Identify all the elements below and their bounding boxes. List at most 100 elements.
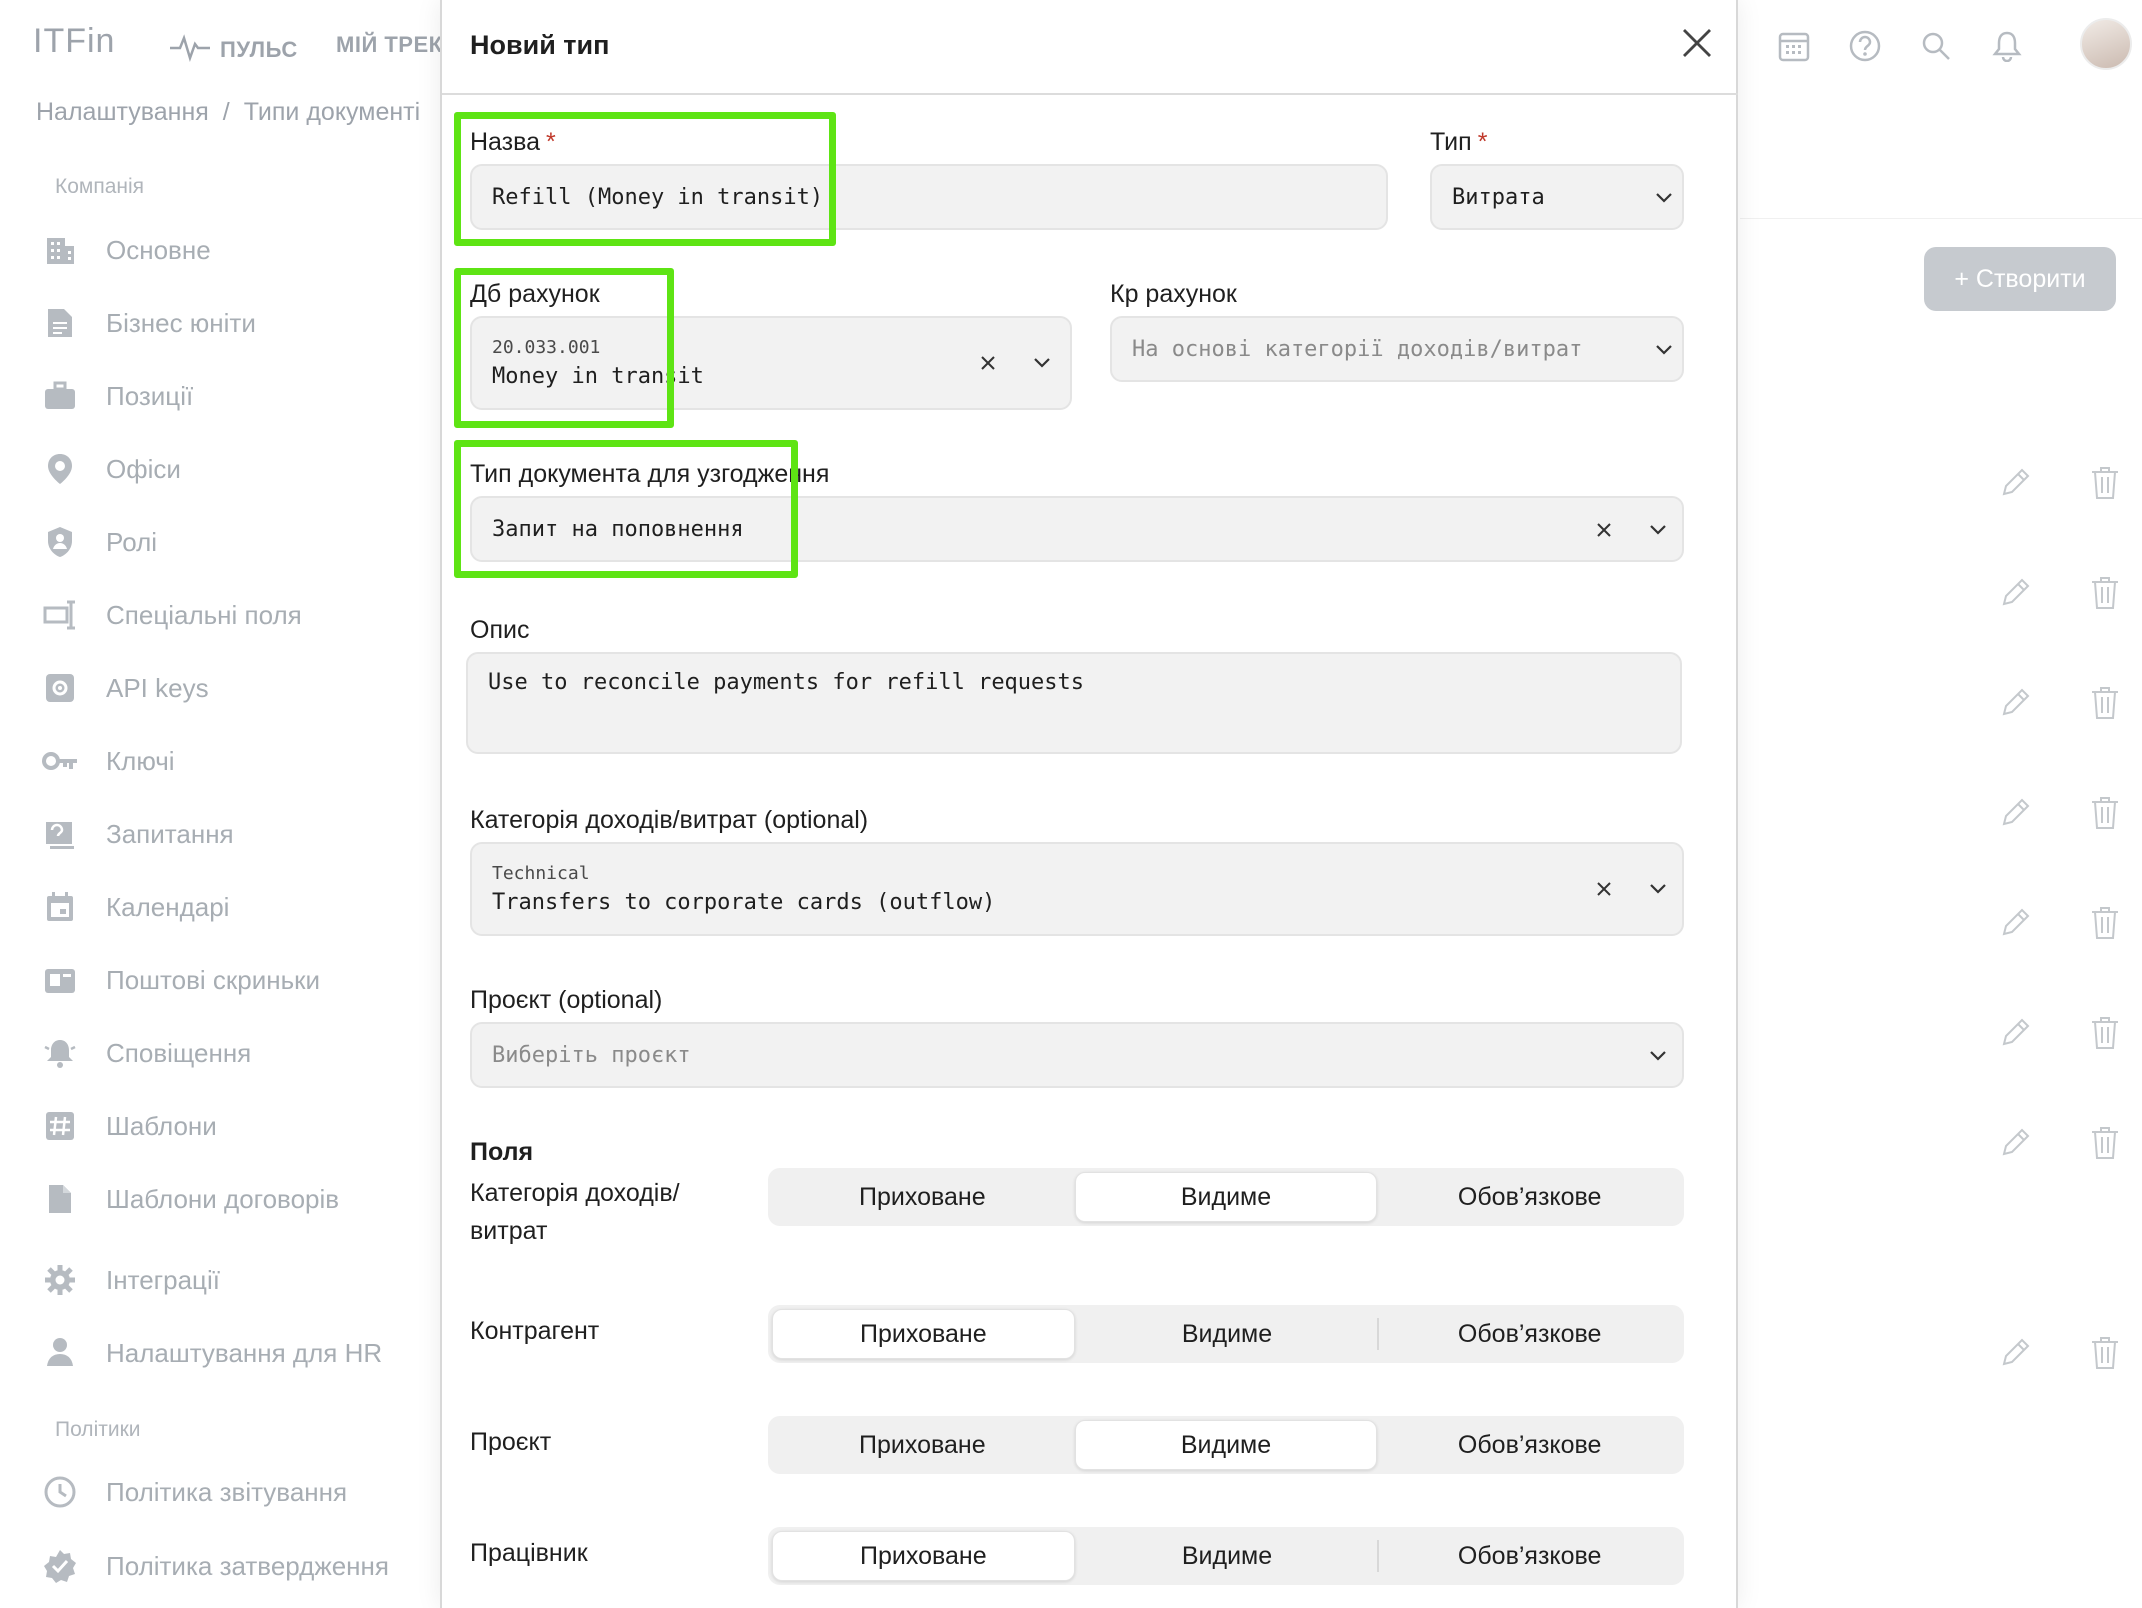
highlight-reconcile-doc-type [454,440,798,578]
segment-option[interactable]: Видиме [1074,1420,1378,1470]
segment-option[interactable]: Приховане [772,1172,1073,1222]
pulse-icon [170,32,210,68]
edit-icon[interactable] [2000,466,2032,506]
row-actions [2000,686,2120,726]
sidebar-item-keys[interactable]: Ключі [42,737,442,785]
calendar-grid-icon[interactable] [1774,26,1814,66]
delete-icon[interactable] [2090,576,2120,616]
sidebar-item-business-units[interactable]: Бізнес юніти [42,299,442,347]
api-key-icon [42,670,78,706]
delete-icon[interactable] [2090,1336,2120,1376]
chevron-down-icon[interactable] [1644,875,1672,903]
shield-user-icon [42,524,78,560]
sidebar-item-questions[interactable]: Запитання [42,810,442,858]
custom-field-icon [42,597,78,633]
clear-icon[interactable] [974,349,1002,377]
sidebar-item-api-keys[interactable]: API keys [42,664,442,712]
row-actions [2000,466,2120,506]
edit-icon[interactable] [2000,1126,2032,1166]
create-button[interactable]: + Створити [1924,247,2116,311]
chevron-down-icon [1650,184,1678,212]
edit-icon[interactable] [2000,686,2032,726]
sidebar-item-approval-policy[interactable]: Політика затвердження [42,1542,442,1590]
sidebar-item-contract-templates[interactable]: Шаблони договорів [42,1175,442,1223]
sidebar-item-mailboxes[interactable]: Поштові скриньки [42,956,442,1004]
sidebar-item-notifications[interactable]: Сповіщення [42,1029,442,1077]
person-icon [42,1335,78,1371]
close-button[interactable] [1676,24,1718,66]
briefcase-icon [42,378,78,414]
credit-account-select[interactable]: На основі категорії доходів/витрат [1110,316,1684,382]
nav-pulse[interactable]: ПУЛЬС [170,32,298,68]
row-actions [2000,1336,2120,1376]
type-label: Тип * [1430,128,1488,156]
segment-option[interactable]: Приховане [772,1309,1075,1359]
field-row-label: Працівник [470,1539,588,1567]
breadcrumb-root[interactable]: Налаштування [36,98,209,126]
clear-icon[interactable] [1590,516,1618,544]
segment-option[interactable]: Обов’язкове [1379,1309,1680,1359]
close-icon [1681,27,1713,64]
row-actions [2000,1016,2120,1056]
delete-icon[interactable] [2090,466,2120,506]
edit-icon[interactable] [2000,1016,2032,1056]
hash-icon [42,1108,78,1144]
edit-icon[interactable] [2000,576,2032,616]
edit-icon[interactable] [2000,1336,2032,1376]
chevron-down-icon[interactable] [1028,349,1056,377]
type-select[interactable]: Витрата [1430,164,1684,230]
clock-icon [42,1474,78,1510]
sidebar-item-calendars[interactable]: Календарі [42,883,442,931]
chevron-down-icon[interactable] [1644,516,1672,544]
sidebar-item-roles[interactable]: Ролі [42,518,442,566]
delete-icon[interactable] [2090,1126,2120,1166]
visibility-segmented-control: Приховане Видиме Обов’язкове [768,1305,1684,1363]
new-type-modal: Новий тип Назва * Refill (Money in transi… [440,0,1738,1608]
sidebar-item-offices[interactable]: Офіси [42,445,442,493]
field-row-label: Категорія доходів/ витрат [470,1179,680,1245]
segment-option[interactable]: Видиме [1077,1531,1378,1581]
highlight-debit-account [454,268,674,428]
project-select[interactable]: Виберіть проєкт [470,1022,1684,1088]
gear-icon [42,1262,78,1298]
visibility-segmented-control: Приховане Видиме Обов’язкове [768,1168,1684,1226]
app-logo[interactable]: ITFin [33,22,115,61]
segment-option[interactable]: Обов’язкове [1379,1420,1680,1470]
edit-icon[interactable] [2000,906,2032,946]
segment-option[interactable]: Видиме [1077,1309,1378,1359]
segment-option[interactable]: Обов’язкове [1379,1531,1680,1581]
category-select[interactable]: Technical Transfers to corporate cards (… [470,842,1684,936]
row-actions [2000,576,2120,616]
building-icon [42,232,78,268]
row-actions [2000,796,2120,836]
help-icon[interactable] [1845,26,1885,66]
avatar[interactable] [2080,18,2132,70]
chevron-down-icon [1644,1042,1672,1070]
sidebar-section-policies: Політики [55,1418,141,1441]
sidebar-item-main[interactable]: Основне [42,226,442,274]
sidebar-item-positions[interactable]: Позиції [42,372,442,420]
row-actions [2000,906,2120,946]
segment-option[interactable]: Видиме [1074,1172,1378,1222]
delete-icon[interactable] [2090,686,2120,726]
location-pin-icon [42,451,78,487]
bell-icon[interactable] [1987,26,2027,66]
segment-option[interactable]: Приховане [772,1531,1075,1581]
delete-icon[interactable] [2090,906,2120,946]
sidebar-item-templates[interactable]: Шаблони [42,1102,442,1150]
calendar-icon [42,889,78,925]
sidebar-item-reporting-policy[interactable]: Політика звітування [42,1468,442,1516]
bell-icon [42,1035,78,1071]
file-icon [42,1181,78,1217]
sidebar-item-custom-fields[interactable]: Спеціальні поля [42,591,442,639]
segment-option[interactable]: Приховане [772,1420,1073,1470]
segment-option[interactable]: Обов’язкове [1379,1172,1680,1222]
clear-icon[interactable] [1590,875,1618,903]
search-icon[interactable] [1916,26,1956,66]
sidebar-item-integrations[interactable]: Інтеграції [42,1256,442,1304]
sidebar-item-hr-settings[interactable]: Налаштування для HR [42,1329,442,1377]
description-textarea[interactable]: Use to reconcile payments for refill req… [466,652,1682,754]
delete-icon[interactable] [2090,1016,2120,1056]
edit-icon[interactable] [2000,796,2032,836]
delete-icon[interactable] [2090,796,2120,836]
